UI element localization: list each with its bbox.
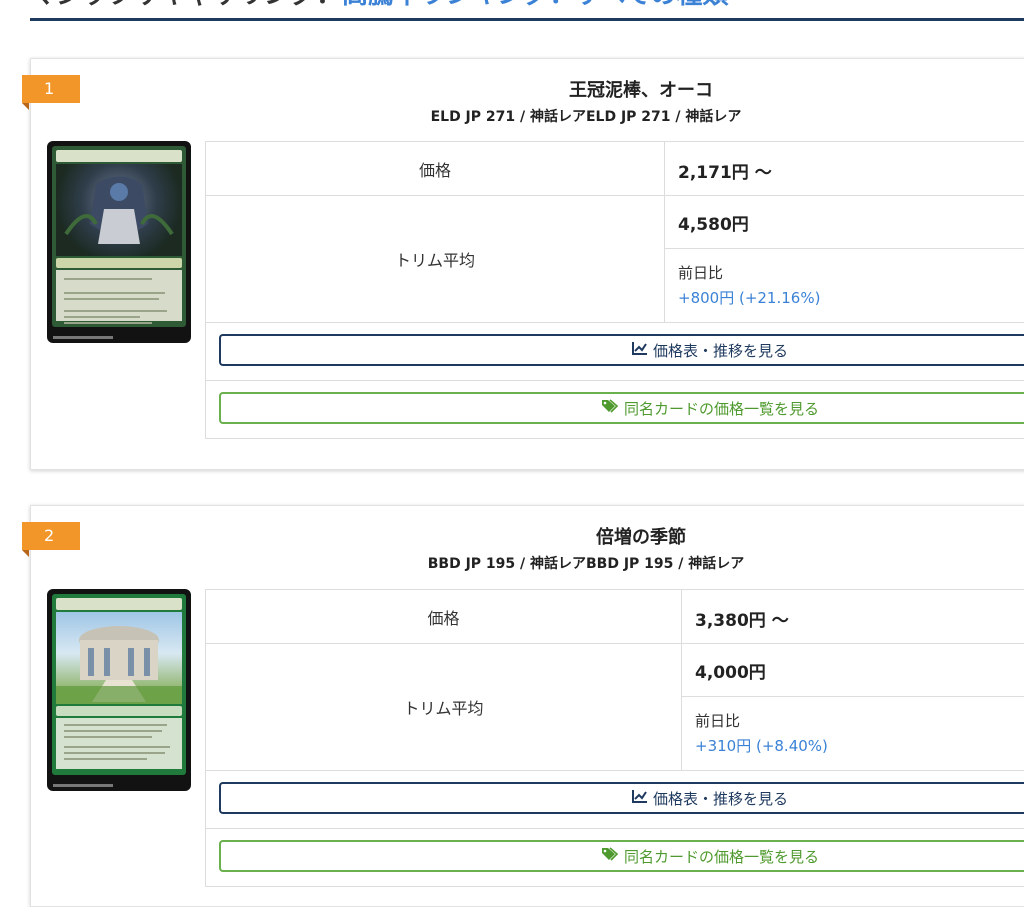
page-title-prefix: マジックザギャザリング： [30, 0, 342, 10]
chart-line-icon [631, 789, 648, 807]
trim-average-value: 4,000円 [695, 663, 766, 683]
card-image[interactable] [47, 141, 191, 343]
card-type-bar [56, 706, 182, 716]
price-table: 価格 3,380円 〜 トリム平均 4,000円 前日比 +310円 (+8.4… [205, 589, 1024, 887]
divider [206, 380, 1024, 381]
price-value: 2,171円 〜 [678, 163, 772, 183]
rank-badge: 1 [22, 75, 80, 110]
price-chart-button[interactable]: 価格表・推移を見る [219, 334, 1024, 366]
header-underline [30, 18, 1024, 21]
same-name-prices-button-label: 同名カードの価格一覧を見る [623, 399, 819, 418]
prev-day-diff: +310円 (+8.40%) [695, 737, 828, 755]
chart-line-icon [631, 341, 648, 359]
card-set-info: ELD JP 271 / 神話レアELD JP 271 / 神話レア [430, 109, 742, 125]
rank-badge: 2 [22, 522, 80, 557]
divider [206, 770, 1024, 771]
trim-average-value: 4,580円 [678, 215, 749, 235]
card-text-box [56, 270, 182, 324]
divider [665, 248, 1024, 249]
card-frame [52, 594, 186, 775]
price-table: 価格 2,171円 〜 トリム平均 4,580円 前日比 +800円 (+21.… [205, 141, 1024, 439]
card-footer [53, 784, 113, 787]
tags-icon [601, 399, 619, 417]
ranking-card-1: 王冠泥棒、オーコ ELD JP 271 / 神話レアELD JP 271 / 神… [30, 58, 1024, 470]
card-art [56, 164, 182, 256]
price-chart-button[interactable]: 価格表・推移を見る [219, 782, 1024, 814]
price-label: 価格 [206, 142, 665, 195]
card-type-bar [56, 258, 182, 268]
divider [206, 322, 1024, 323]
card-set-info: BBD JP 195 / 神話レアBBD JP 195 / 神話レア [427, 556, 745, 572]
card-image[interactable] [47, 589, 191, 791]
prev-day-label: 前日比 [695, 712, 741, 730]
page-title-highlight[interactable]: 高騰率ランキング：すべての種類 [342, 0, 728, 10]
character-art-icon [64, 176, 174, 244]
same-name-prices-button-label: 同名カードの価格一覧を見る [623, 847, 819, 866]
card-text-box [56, 718, 182, 769]
card-frame [52, 146, 186, 327]
price-value: 3,380円 〜 [695, 611, 789, 631]
tags-icon [601, 847, 619, 865]
card-name[interactable]: 倍増の季節 [31, 523, 1024, 549]
divider [682, 696, 1024, 697]
prev-day-label: 前日比 [678, 264, 724, 282]
prev-day-diff: +800円 (+21.16%) [678, 289, 821, 307]
same-name-prices-button[interactable]: 同名カードの価格一覧を見る [219, 840, 1024, 872]
ranking-card-2: 倍増の季節 BBD JP 195 / 神話レアBBD JP 195 / 神話レア [30, 505, 1024, 907]
price-label: 価格 [206, 590, 682, 643]
trim-average-label: トリム平均 [206, 196, 665, 322]
card-footer [53, 336, 113, 339]
card-art [56, 612, 182, 704]
same-name-prices-button[interactable]: 同名カードの価格一覧を見る [219, 392, 1024, 424]
price-chart-button-label: 価格表・推移を見る [652, 341, 788, 360]
price-chart-button-label: 価格表・推移を見る [652, 789, 788, 808]
card-title-bar [56, 150, 182, 162]
page-title: マジックザギャザリング：高騰率ランキング：すべての種類 [30, 0, 728, 10]
page-header: マジックザギャザリング：高騰率ランキング：すべての種類 [0, 0, 1024, 22]
card-name[interactable]: 王冠泥棒、オーコ [31, 76, 1024, 102]
divider [206, 828, 1024, 829]
building-art-icon [56, 626, 182, 704]
card-title-bar [56, 598, 182, 610]
trim-average-label: トリム平均 [206, 644, 682, 770]
